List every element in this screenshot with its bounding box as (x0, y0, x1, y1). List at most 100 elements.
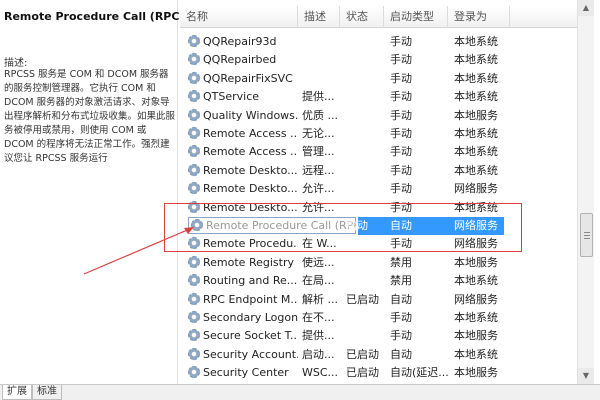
description-label: 描述: (4, 58, 28, 69)
tab-standard[interactable]: 标准 (32, 385, 62, 400)
column-header-logon-as[interactable]: 登录为 (448, 6, 510, 28)
view-tabs: 扩展 标准 (0, 384, 600, 400)
service-status (346, 143, 386, 161)
service-name[interactable]: Quality Windows... (188, 107, 298, 125)
scroll-down-icon[interactable]: ▼ (578, 368, 594, 384)
service-description: 在局... (302, 274, 335, 288)
service-title: Remote Procedure Call (RPC) (4, 10, 185, 23)
service-name[interactable]: Remote Deskto... (188, 162, 298, 180)
gear-icon (188, 292, 200, 305)
service-description: 提供... (302, 90, 335, 104)
service-status (346, 254, 386, 272)
column-header-status[interactable]: 状态 (340, 6, 384, 28)
service-row[interactable]: QQRepairbed 手动 本地系统 (180, 51, 577, 69)
service-row[interactable]: Secondary Logon 在不... 手动 本地系统 (180, 309, 577, 327)
service-description (302, 33, 342, 51)
service-name[interactable]: QQRepair93d (188, 33, 298, 51)
service-name[interactable]: Security Center (188, 364, 298, 382)
service-startup-type: 自动 (390, 292, 412, 306)
service-name[interactable]: QQRepairbed (188, 51, 298, 69)
service-logon-as: 网络服务 (454, 182, 498, 196)
service-name[interactable]: Remote Registry (188, 254, 298, 272)
service-logon-as: 本地服务 (454, 255, 498, 269)
service-description: 远程... (302, 163, 335, 177)
service-name[interactable]: Remote Access ... (188, 143, 298, 161)
service-status (346, 125, 386, 143)
gear-icon (188, 71, 200, 84)
service-description: 使远... (302, 255, 335, 269)
gear-icon (188, 366, 200, 379)
service-startup-type: 自动(延迟... (390, 366, 449, 380)
service-logon-as: 本地系统 (454, 274, 498, 288)
service-row[interactable]: Remote Access ... 无论... 手动 本地系统 (180, 125, 577, 143)
service-logon-as: 本地系统 (454, 53, 498, 67)
services-list: 名称 描述 状态 启动类型 登录为 QQRepair93d 手动 本地系统 QQRep… (180, 0, 577, 384)
scroll-up-icon[interactable]: ▲ (578, 0, 594, 16)
column-header-name[interactable]: 名称 (180, 6, 298, 28)
service-startup-type: 手动 (390, 127, 412, 140)
service-row[interactable]: RPC Endpoint M... 解析 ... 已启动 自动 网络服务 (180, 291, 577, 309)
gear-icon (188, 182, 200, 195)
service-startup-type: 禁用 (390, 274, 412, 288)
service-startup-type: 手动 (390, 108, 412, 122)
service-row[interactable]: Quality Windows... 优质 ... 手动 本地服务 (180, 107, 577, 125)
service-status (346, 88, 386, 106)
column-header: 名称 描述 状态 启动类型 登录为 (180, 6, 577, 28)
service-status (346, 107, 386, 125)
service-startup-type: 手动 (390, 311, 412, 324)
service-name[interactable]: Remote Deskto... (188, 180, 298, 198)
service-row[interactable]: Remote Deskto... 允许... 手动 网络服务 (180, 180, 577, 198)
service-name[interactable]: Secure Socket T... (188, 327, 298, 345)
service-startup-type: 手动 (390, 329, 412, 343)
service-name[interactable]: Routing and Re... (188, 272, 298, 290)
gear-icon (188, 311, 200, 323)
service-row[interactable]: Routing and Re... 在局... 禁用 本地系统 (180, 272, 577, 290)
service-row[interactable]: Remote Access ... 管理... 手动 本地系统 (180, 143, 577, 161)
service-startup-type: 自动 (390, 347, 412, 361)
service-startup-type: 手动 (390, 71, 412, 85)
service-row[interactable]: QQRepair93d 手动 本地系统 (180, 33, 577, 51)
tab-extended[interactable]: 扩展 (2, 385, 32, 400)
service-logon-as: 本地系统 (454, 311, 498, 324)
column-header-description[interactable]: 描述 (298, 6, 340, 28)
service-logon-as: 本地服务 (454, 366, 498, 380)
service-status: 已启动 (346, 292, 379, 306)
gear-icon (188, 347, 200, 360)
service-name[interactable]: Security Account... (188, 346, 298, 364)
service-startup-type: 禁用 (390, 255, 412, 269)
service-row[interactable]: Remote Registry 使远... 禁用 本地服务 (180, 254, 577, 272)
service-status (346, 309, 386, 327)
service-name[interactable]: QQRepairFixSVC (188, 70, 298, 88)
gear-icon (188, 127, 200, 139)
service-logon-as: 本地系统 (454, 127, 498, 140)
service-row[interactable]: Remote Deskto... 远程... 手动 本地系统 (180, 162, 577, 180)
gear-icon (188, 163, 200, 176)
service-startup-type: 手动 (390, 53, 412, 67)
service-status (346, 33, 386, 51)
service-startup-type: 手动 (390, 182, 412, 196)
service-description: 启动... (302, 347, 335, 361)
service-row[interactable]: QQRepairFixSVC 手动 本地系统 (180, 70, 577, 88)
service-row[interactable]: Security Center WSC... 已启动 自动(延迟... 本地服务 (180, 364, 577, 382)
gear-icon (188, 53, 200, 66)
service-name[interactable]: QTService (188, 88, 298, 106)
service-description: 无论... (302, 127, 335, 140)
service-logon-as: 网络服务 (454, 292, 498, 306)
service-logon-as: 本地系统 (454, 35, 498, 48)
service-startup-type: 手动 (390, 145, 412, 159)
service-name[interactable]: Secondary Logon (188, 309, 298, 327)
service-startup-type: 手动 (390, 90, 412, 104)
service-row[interactable]: Security Account... 启动... 已启动 自动 本地系统 (180, 346, 577, 364)
service-row[interactable]: Secure Socket T... 提供... 手动 本地服务 (180, 327, 577, 345)
service-name[interactable]: RPC Endpoint M... (188, 291, 298, 309)
service-status (346, 51, 386, 69)
scrollbar-thumb[interactable] (580, 213, 593, 257)
vertical-scrollbar[interactable]: ▲ ▼ (577, 0, 594, 384)
service-status (346, 272, 386, 290)
service-name[interactable]: Remote Access ... (188, 125, 298, 143)
gear-icon (188, 35, 200, 47)
column-header-startup-type[interactable]: 启动类型 (384, 6, 448, 28)
service-row[interactable]: QTService 提供... 手动 本地系统 (180, 88, 577, 106)
service-logon-as: 本地系统 (454, 71, 498, 85)
service-status (346, 162, 386, 180)
